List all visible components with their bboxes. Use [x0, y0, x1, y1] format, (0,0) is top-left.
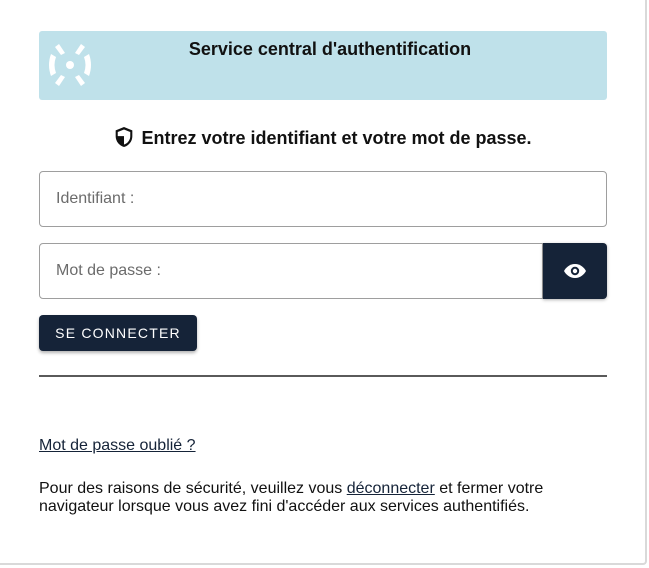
login-instruction: Entrez votre identifiant et votre mot de…: [39, 126, 607, 149]
toggle-password-visibility-button[interactable]: [543, 243, 607, 299]
shield-icon: [116, 126, 133, 147]
eye-icon: [564, 264, 586, 278]
instruction-text: Entrez votre identifiant et votre mot de…: [141, 128, 532, 148]
login-button[interactable]: SE CONNECTER: [39, 315, 197, 351]
logout-link[interactable]: déconnecter: [347, 480, 435, 497]
username-input[interactable]: [40, 172, 606, 226]
divider: [39, 375, 607, 377]
security-note: Pour des raisons de sécurité, veuillez v…: [39, 480, 599, 516]
password-field[interactable]: [39, 243, 543, 299]
password-input[interactable]: [40, 244, 542, 298]
username-field[interactable]: [39, 171, 607, 227]
login-card: Service central d'authentification Entre…: [0, 0, 647, 565]
banner-title: Service central d'authentification: [188, 39, 472, 59]
header-banner: Service central d'authentification: [39, 31, 607, 100]
security-note-text-before: Pour des raisons de sécurité, veuillez v…: [39, 480, 347, 497]
forgot-password-link[interactable]: Mot de passe oublié ?: [39, 437, 196, 455]
